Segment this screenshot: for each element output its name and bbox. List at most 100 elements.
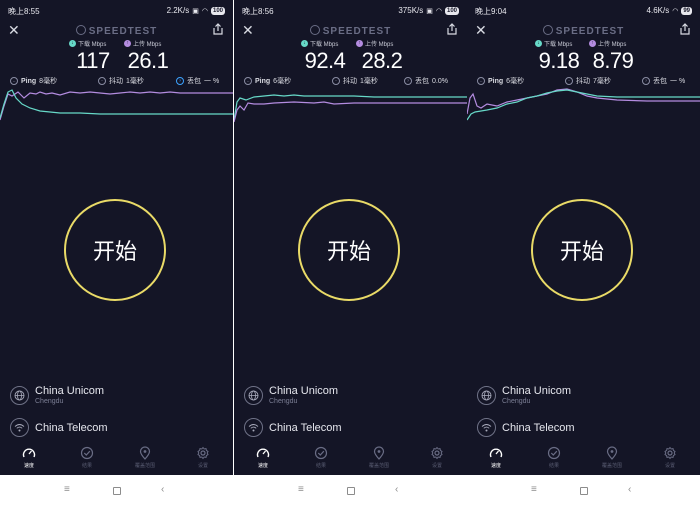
nav-settings[interactable]: 设置 [417, 446, 457, 469]
download-label: ↓ 下载 Mbps [301, 39, 338, 48]
status-bar: 晚上8:56 375K/s ▣ ◠ 100 [242, 6, 459, 18]
wifi-icon [477, 418, 496, 437]
speed-graph [467, 88, 700, 121]
gear-icon [431, 446, 443, 460]
nav-speed[interactable]: 速度 [9, 446, 49, 469]
nav-coverage[interactable]: 覆盖范围 [125, 446, 165, 469]
battery-icon: 100 [444, 6, 459, 15]
download-value: 9.18 [538, 48, 580, 73]
download-icon: ↓ [301, 40, 308, 47]
isp-china-telecom[interactable]: China Telecom [244, 418, 342, 437]
back-icon[interactable]: ‹ [395, 485, 398, 495]
nav-results[interactable]: 结果 [301, 446, 341, 469]
isp-china-telecom[interactable]: China Telecom [477, 418, 575, 437]
gauge-logo-icon [542, 25, 553, 35]
nav-speed[interactable]: 速度 [476, 446, 516, 469]
sim-icon: ▣ [426, 7, 433, 15]
nav-results[interactable]: 结果 [534, 446, 574, 469]
download-icon: ↓ [69, 40, 76, 47]
bottom-nav: 速度 结果 覆盖范围 设置 [467, 443, 700, 475]
upload-value: 28.2 [361, 48, 403, 73]
menu-icon[interactable]: ≡ [531, 485, 537, 495]
speed-graph [0, 89, 233, 121]
isp-china-unicom[interactable]: China Unicom Chengdu [477, 385, 571, 406]
start-button[interactable]: 开始 [298, 199, 400, 301]
download-value: 117 [76, 48, 110, 73]
sim-icon: ▣ [192, 7, 199, 15]
network-speed: 4.6K/s [646, 6, 670, 15]
nav-speed[interactable]: 速度 [243, 446, 283, 469]
speedtest-logo: SPEEDTEST [234, 25, 467, 37]
map-pin-icon [373, 446, 385, 460]
menu-icon[interactable]: ≡ [64, 485, 70, 495]
check-circle-icon [80, 446, 94, 460]
speedtest-screen-1: 晚上8:55 2.2K/s ▣ ◠ 100 ✕ SPEEDTEST ↓ 下载 Mb… [0, 0, 233, 475]
nav-results[interactable]: 结果 [67, 446, 107, 469]
check-circle-icon [547, 446, 561, 460]
status-time: 晚上9:04 [475, 7, 507, 16]
gauge-logo-icon [309, 25, 320, 35]
battery-icon: 99 [681, 6, 692, 15]
back-icon[interactable]: ‹ [161, 485, 164, 495]
nav-settings[interactable]: 设置 [650, 446, 690, 469]
speedometer-icon [256, 448, 270, 458]
system-nav-bar: ≡ ‹ [234, 475, 467, 506]
gauge-logo-icon [75, 25, 86, 35]
globe-icon [477, 386, 496, 405]
network-speed: 375K/s [398, 6, 424, 15]
upload-graph-line [0, 91, 233, 121]
upload-label: ↑ 上传 Mbps [356, 39, 393, 48]
bottom-nav: 速度 结果 覆盖范围 设置 [0, 443, 233, 475]
download-graph-line [234, 94, 467, 121]
menu-icon[interactable]: ≡ [298, 485, 304, 495]
status-time: 晚上8:56 [242, 7, 274, 16]
speed-graph [234, 94, 467, 123]
map-pin-icon [606, 446, 618, 460]
status-bar: 晚上9:04 4.6K/s ◠ 99 [475, 6, 692, 18]
wifi-icon [10, 418, 29, 437]
speedometer-icon [489, 448, 503, 458]
screenshots-composite: 晚上8:55 2.2K/s ▣ ◠ 100 ✕ SPEEDTEST ↓ 下载 Mb… [0, 0, 700, 506]
speedometer-icon [22, 448, 36, 458]
check-circle-icon [314, 446, 328, 460]
system-nav-bar: ≡ ‹ [0, 475, 233, 506]
bottom-nav: 速度 结果 覆盖范围 设置 [234, 443, 467, 475]
upload-value: 26.1 [127, 48, 169, 73]
wifi-icon: ◠ [435, 7, 442, 15]
nav-coverage[interactable]: 覆盖范围 [592, 446, 632, 469]
wifi-icon: ◠ [201, 7, 208, 15]
upload-label: ↑ 上传 Mbps [124, 39, 161, 48]
gear-icon [664, 446, 676, 460]
back-icon[interactable]: ‹ [628, 485, 631, 495]
upload-icon: ↑ [124, 40, 131, 47]
start-button[interactable]: 开始 [64, 199, 166, 301]
home-icon[interactable] [347, 487, 355, 495]
globe-icon [244, 386, 263, 405]
battery-icon: 100 [210, 6, 225, 15]
gear-icon [197, 446, 209, 460]
nav-settings[interactable]: 设置 [183, 446, 223, 469]
download-icon: ↓ [535, 40, 542, 47]
home-icon[interactable] [113, 487, 121, 495]
upload-icon: ↑ [589, 40, 596, 47]
speedtest-logo: SPEEDTEST [0, 25, 233, 37]
start-button[interactable]: 开始 [531, 199, 633, 301]
globe-icon [10, 386, 29, 405]
upload-value: 8.79 [592, 48, 634, 73]
upload-graph-line [234, 101, 467, 123]
nav-coverage[interactable]: 覆盖范围 [359, 446, 399, 469]
speedtest-logo: SPEEDTEST [467, 25, 700, 37]
isp-china-unicom[interactable]: China Unicom Chengdu [244, 385, 338, 406]
home-icon[interactable] [580, 487, 588, 495]
system-nav-bar: ≡ ‹ [467, 475, 700, 506]
isp-china-telecom[interactable]: China Telecom [10, 418, 108, 437]
status-time: 晚上8:55 [8, 7, 40, 16]
upload-icon: ↑ [356, 40, 363, 47]
speedtest-screen-2: 晚上8:56 375K/s ▣ ◠ 100 ✕ SPEEDTEST ↓ 下载 Mb… [234, 0, 467, 475]
download-label: ↓ 下载 Mbps [535, 39, 572, 48]
speedtest-screen-3: 晚上9:04 4.6K/s ◠ 99 ✕ SPEEDTEST ↓ 下载 Mbps … [467, 0, 700, 475]
isp-china-unicom[interactable]: China Unicom Chengdu [10, 385, 104, 406]
download-value: 92.4 [304, 48, 346, 73]
network-speed: 2.2K/s [166, 6, 190, 15]
upload-label: ↑ 上传 Mbps [589, 39, 626, 48]
